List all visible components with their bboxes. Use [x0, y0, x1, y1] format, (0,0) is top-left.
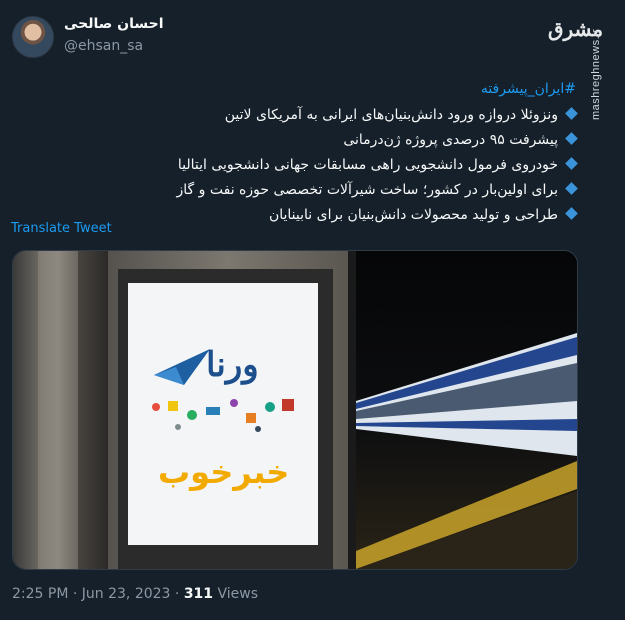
- meta-separator: ·: [174, 586, 180, 602]
- tweet-line-text: ونزوئلا دروازه ورود دانش‌بنیان‌های ایران…: [224, 107, 558, 123]
- site-watermark: mashreghnews.ir: [590, 28, 602, 120]
- hashtag-link[interactable]: #ایران_پیشرفته: [10, 78, 576, 100]
- platform-edge: [348, 251, 356, 569]
- tweet-line-text: پیشرفت ۹۵ درصدی پروژه ژن‌درمانی: [343, 132, 558, 148]
- tweet-line: پیشرفت ۹۵ درصدی پروژه ژن‌درمانی: [10, 128, 578, 153]
- mashregh-logo: مشرق: [548, 17, 604, 41]
- author-name[interactable]: احسان صالحی: [64, 16, 164, 32]
- blue-diamond-icon: [565, 206, 578, 220]
- blue-diamond-icon: [565, 106, 578, 120]
- avatar[interactable]: [12, 16, 54, 58]
- views-label: Views: [217, 586, 259, 602]
- blue-diamond-icon: [565, 131, 578, 145]
- tweet-video[interactable]: ورنا خبرخوب: [12, 250, 578, 570]
- billboard-ad: ورنا خبرخوب: [128, 283, 318, 545]
- translate-tweet-link[interactable]: Translate Tweet: [11, 221, 112, 236]
- ad-caption: خبرخوب: [158, 453, 290, 491]
- ad-decoration-icons: [152, 399, 294, 432]
- paper-bird-icon: [154, 349, 210, 385]
- views-count: 311: [183, 586, 214, 602]
- wall-panel: [38, 251, 78, 569]
- blue-diamond-icon: [565, 156, 578, 170]
- tweet-date[interactable]: Jun 23, 2023: [82, 586, 171, 602]
- tweet-line-text: برای اولین‌بار در کشور؛ ساخت شیرآلات تخص…: [176, 182, 558, 198]
- tweet-time[interactable]: 2:25 PM: [12, 586, 68, 602]
- tweet-line: ونزوئلا دروازه ورود دانش‌بنیان‌های ایران…: [10, 103, 578, 128]
- tweet-meta: 2:25 PM · Jun 23, 2023 · 311 Views: [12, 586, 258, 602]
- tweet-line-text: طراحی و تولید محصولات دانش‌بنیان برای نا…: [268, 207, 558, 223]
- author-handle[interactable]: @ehsan_sa: [64, 38, 143, 54]
- meta-separator: ·: [72, 586, 78, 602]
- tweet-line: خودروی فرمول دانشجویی راهی مسابقات جهانی…: [10, 153, 578, 178]
- ad-brand: ورنا: [206, 345, 259, 385]
- subway-train: [356, 333, 577, 569]
- tweet-line: برای اولین‌بار در کشور؛ ساخت شیرآلات تخص…: [10, 178, 578, 203]
- blue-diamond-icon: [565, 181, 578, 195]
- tweet-body: #ایران_پیشرفته ونزوئلا دروازه ورود دانش‌…: [10, 78, 578, 228]
- tweet-header: احسان صالحی @ehsan_sa: [12, 14, 532, 62]
- tweet-line-text: خودروی فرمول دانشجویی راهی مسابقات جهانی…: [177, 157, 558, 173]
